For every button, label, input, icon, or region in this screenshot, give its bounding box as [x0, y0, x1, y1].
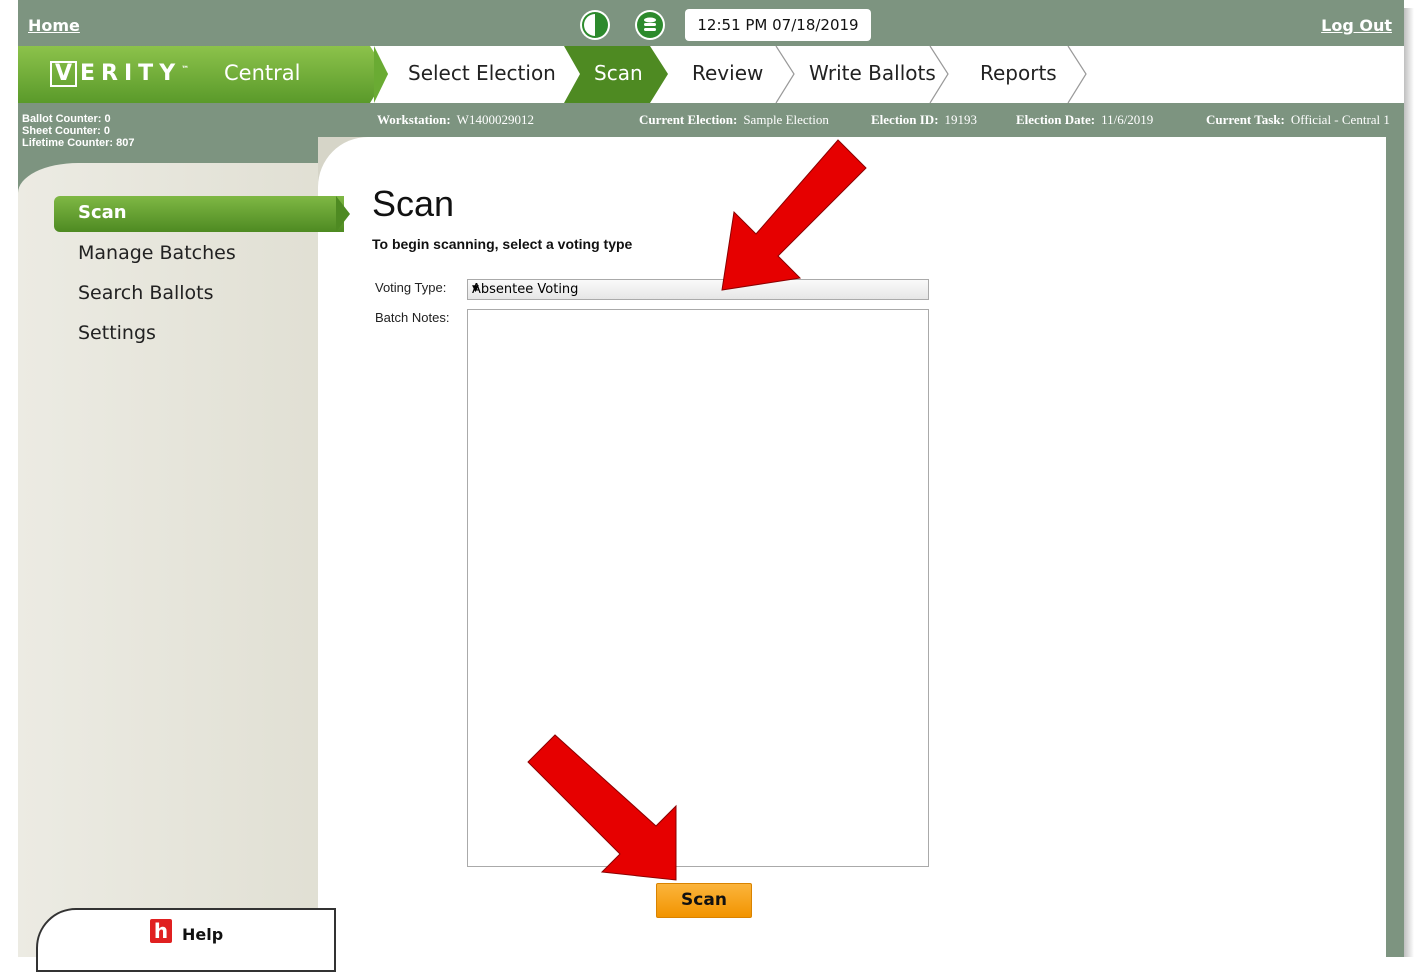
current-election-info: Current Election: Sample Election: [639, 112, 829, 127]
voting-type-label: Voting Type:: [375, 280, 447, 295]
workstation-info: Workstation: W1400029012: [377, 112, 534, 127]
election-date-info: Election Date: 11/6/2019: [1016, 112, 1154, 127]
window-shadow: [1404, 8, 1414, 957]
page-title: Scan: [372, 183, 455, 224]
tab-scan[interactable]: Scan: [594, 61, 643, 85]
sidebar-item-scan[interactable]: Scan: [78, 202, 127, 223]
database-icon[interactable]: [635, 10, 665, 40]
sidebar-item-search-ballots[interactable]: Search Ballots: [78, 282, 214, 304]
help-label[interactable]: Help: [182, 925, 223, 944]
election-id-info: Election ID: 19193: [871, 112, 978, 127]
chevron-down-icon: ▼: [472, 284, 479, 294]
help-icon[interactable]: h: [150, 919, 172, 943]
status-info-row: Ballot Counter: 0 Sheet Counter: 0 Lifet…: [18, 103, 1404, 149]
clock-display: 12:51 PM 07/18/2019: [685, 9, 871, 41]
sidebar-item-settings[interactable]: Settings: [78, 322, 156, 344]
voting-type-select[interactable]: Absentee Voting ▼: [467, 279, 929, 300]
top-bar: Home 12:51 PM 07/18/2019 Log Out: [18, 0, 1404, 46]
tab-reports[interactable]: Reports: [980, 61, 1057, 85]
tab-write-ballots[interactable]: Write Ballots: [809, 61, 936, 85]
ballot-counter: Ballot Counter: 0: [22, 113, 111, 125]
status-pie-icon[interactable]: [580, 10, 610, 40]
lifetime-counter: Lifetime Counter: 807: [22, 137, 135, 149]
workflow-nav: V ERITY™ Central Select Election Scan Rev…: [18, 46, 1404, 103]
home-link[interactable]: Home: [28, 16, 80, 35]
tab-select-election[interactable]: Select Election: [408, 61, 556, 85]
scan-button[interactable]: Scan: [656, 883, 752, 918]
sheet-counter: Sheet Counter: 0: [22, 125, 111, 137]
batch-notes-label: Batch Notes:: [375, 310, 450, 325]
tab-review[interactable]: Review: [692, 61, 763, 85]
sidebar-active-arrow: [336, 196, 350, 232]
current-task-info: Current Task: Official - Central 1: [1206, 112, 1390, 127]
batch-notes-field[interactable]: [467, 309, 929, 867]
page-subtitle: To begin scanning, select a voting type: [372, 236, 633, 252]
sidebar-item-manage-batches[interactable]: Manage Batches: [78, 242, 236, 264]
logout-link[interactable]: Log Out: [1321, 16, 1392, 35]
counters: Ballot Counter: 0 Sheet Counter: 0 Lifet…: [22, 113, 134, 149]
